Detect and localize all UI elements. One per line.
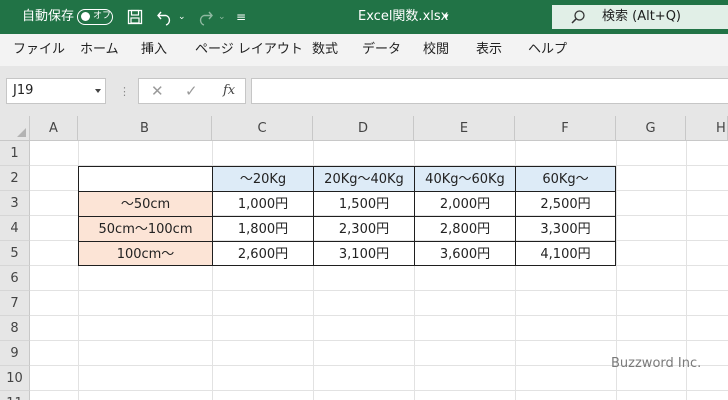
cell-c2[interactable]: ～20Kg xyxy=(212,166,314,192)
column-header-a[interactable]: A xyxy=(30,116,78,141)
row-header-3[interactable]: 3 xyxy=(0,191,30,216)
cancel-icon[interactable]: ✕ xyxy=(151,79,164,103)
tab-insert[interactable]: 挿入 xyxy=(141,34,167,66)
column-header-f[interactable]: F xyxy=(515,116,616,141)
row-header-10[interactable]: 10 xyxy=(0,366,30,391)
search-icon xyxy=(571,10,585,24)
cell-b4[interactable]: 50cm～100cm xyxy=(78,216,213,242)
autosave-state: オフ xyxy=(93,11,112,21)
enter-icon[interactable]: ✓ xyxy=(185,79,198,103)
redo-icon xyxy=(199,11,213,26)
file-name: Excel関数.xlsx xyxy=(358,9,449,24)
autosave-toggle[interactable]: オフ xyxy=(77,9,113,25)
cell-d2[interactable]: 20Kg～40Kg xyxy=(313,166,415,192)
tab-view[interactable]: 表示 xyxy=(476,34,502,66)
cell-f3[interactable]: 2,500円 xyxy=(515,191,616,217)
column-header-g[interactable]: G xyxy=(616,116,686,141)
cell-b5[interactable]: 100cm～ xyxy=(78,241,213,266)
cell-f2[interactable]: 60Kg～ xyxy=(515,166,616,192)
formula-buttons: ✕ ✓ fx xyxy=(138,78,246,104)
tab-home[interactable]: ホーム xyxy=(80,34,119,66)
cell-c5[interactable]: 2,600円 xyxy=(212,241,314,266)
worksheet-grid[interactable]: A B C D E F G H 1 2 3 4 5 6 7 8 9 10 11 … xyxy=(0,116,728,400)
undo-icon[interactable] xyxy=(156,8,174,26)
formula-bar: J19 ⋮ ✕ ✓ fx xyxy=(0,76,728,108)
tab-review[interactable]: 校閲 xyxy=(423,34,449,66)
gridline xyxy=(30,290,728,291)
cell-c3[interactable]: 1,000円 xyxy=(212,191,314,217)
row-header-1[interactable]: 1 xyxy=(0,141,30,166)
toggle-knob xyxy=(81,12,90,21)
tab-file[interactable]: ファイル xyxy=(13,34,65,66)
ribbon-collapsed-area xyxy=(0,66,728,76)
formula-bar-splitter-icon[interactable]: ⋮ xyxy=(119,82,130,102)
cell-f5[interactable]: 4,100円 xyxy=(515,241,616,266)
watermark: Buzzword Inc. xyxy=(611,356,702,371)
cell-d5[interactable]: 3,100円 xyxy=(313,241,415,266)
redo-dropdown-icon: ⌄ xyxy=(218,12,226,22)
row-header-2[interactable]: 2 xyxy=(0,166,30,191)
tab-data[interactable]: データ xyxy=(362,34,401,66)
column-header-h[interactable]: H xyxy=(686,116,728,141)
tab-formulas[interactable]: 数式 xyxy=(312,34,338,66)
cell-f4[interactable]: 3,300円 xyxy=(515,216,616,242)
cell-d3[interactable]: 1,500円 xyxy=(313,191,415,217)
file-name-dropdown-icon[interactable]: ▾ xyxy=(444,0,449,34)
undo-dropdown-icon[interactable]: ⌄ xyxy=(178,0,186,34)
gridline xyxy=(30,340,728,341)
autosave-label: 自動保存 xyxy=(22,9,75,24)
save-icon[interactable] xyxy=(127,9,143,25)
cell-b2[interactable] xyxy=(78,166,213,192)
tab-help[interactable]: ヘルプ xyxy=(528,34,567,66)
column-header-d[interactable]: D xyxy=(313,116,414,141)
title-bar: 自動保存 オフ ⌄ ⌄ ≡ Excel関数.xlsx ▾ 検索 (Alt+Q) xyxy=(0,0,728,34)
row-header-9[interactable]: 9 xyxy=(0,341,30,366)
cell-e5[interactable]: 3,600円 xyxy=(414,241,516,266)
row-header-8[interactable]: 8 xyxy=(0,316,30,341)
select-all-button[interactable] xyxy=(0,116,30,141)
search-box[interactable]: 検索 (Alt+Q) xyxy=(552,5,728,29)
column-header-c[interactable]: C xyxy=(212,116,313,141)
cell-b3[interactable]: ～50cm xyxy=(78,191,213,217)
ribbon-tabs: ファイル ホーム 挿入 ページ レイアウト 数式 データ 校閲 表示 ヘルプ xyxy=(0,34,728,66)
gridline xyxy=(30,390,728,391)
insert-function-icon[interactable]: fx xyxy=(223,79,235,103)
name-box-value: J19 xyxy=(13,83,34,98)
tab-page-layout[interactable]: ページ レイアウト xyxy=(195,34,303,66)
row-header-7[interactable]: 7 xyxy=(0,291,30,316)
row-header-6[interactable]: 6 xyxy=(0,266,30,291)
cell-d4[interactable]: 2,300円 xyxy=(313,216,415,242)
gridline xyxy=(30,315,728,316)
row-header-4[interactable]: 4 xyxy=(0,216,30,241)
column-header-b[interactable]: B xyxy=(78,116,212,141)
customize-toolbar-icon[interactable]: ≡ xyxy=(236,0,246,34)
select-all-icon xyxy=(17,128,26,137)
cell-c4[interactable]: 1,800円 xyxy=(212,216,314,242)
formula-bar-gap xyxy=(0,108,728,116)
name-box-dropdown-icon[interactable] xyxy=(95,89,101,93)
row-header-11[interactable]: 11 xyxy=(0,391,30,400)
search-label: 検索 (Alt+Q) xyxy=(602,9,682,24)
name-box[interactable]: J19 xyxy=(6,78,106,104)
cell-e4[interactable]: 2,800円 xyxy=(414,216,516,242)
row-header-5[interactable]: 5 xyxy=(0,241,30,266)
cell-e2[interactable]: 40Kg～60Kg xyxy=(414,166,516,192)
cell-e3[interactable]: 2,000円 xyxy=(414,191,516,217)
formula-input[interactable] xyxy=(251,78,728,104)
column-header-e[interactable]: E xyxy=(414,116,515,141)
